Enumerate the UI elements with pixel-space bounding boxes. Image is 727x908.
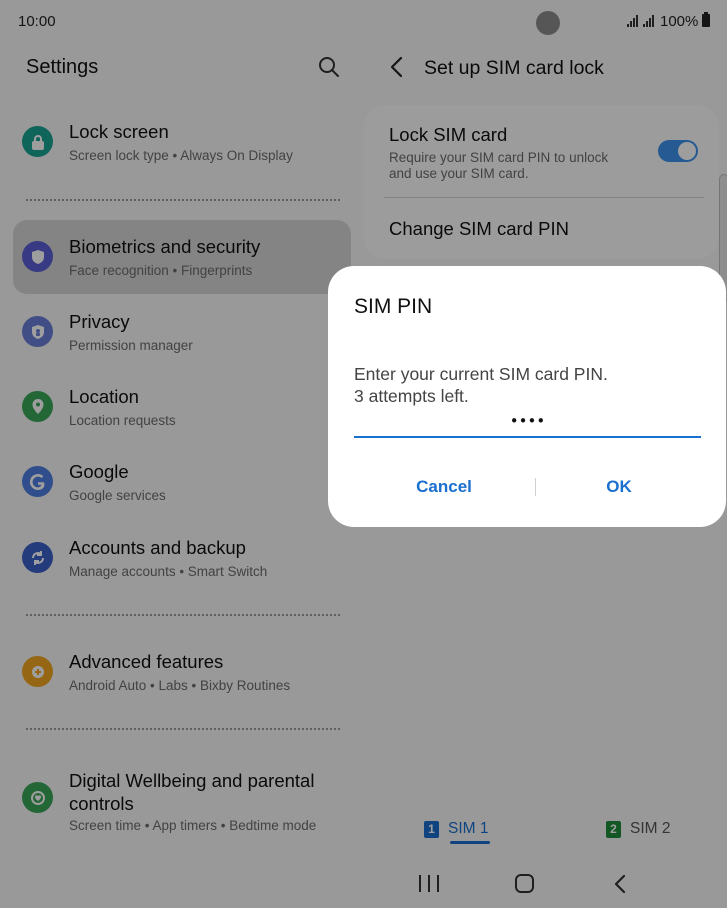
pin-input[interactable]	[354, 405, 701, 438]
sim-pin-dialog: SIM PIN Enter your current SIM card PIN.…	[328, 266, 726, 527]
dialog-message: Enter your current SIM card PIN. 3 attem…	[354, 364, 608, 406]
ok-button[interactable]: OK	[534, 468, 704, 506]
cancel-button[interactable]: Cancel	[359, 468, 529, 506]
dialog-title: SIM PIN	[354, 295, 433, 318]
